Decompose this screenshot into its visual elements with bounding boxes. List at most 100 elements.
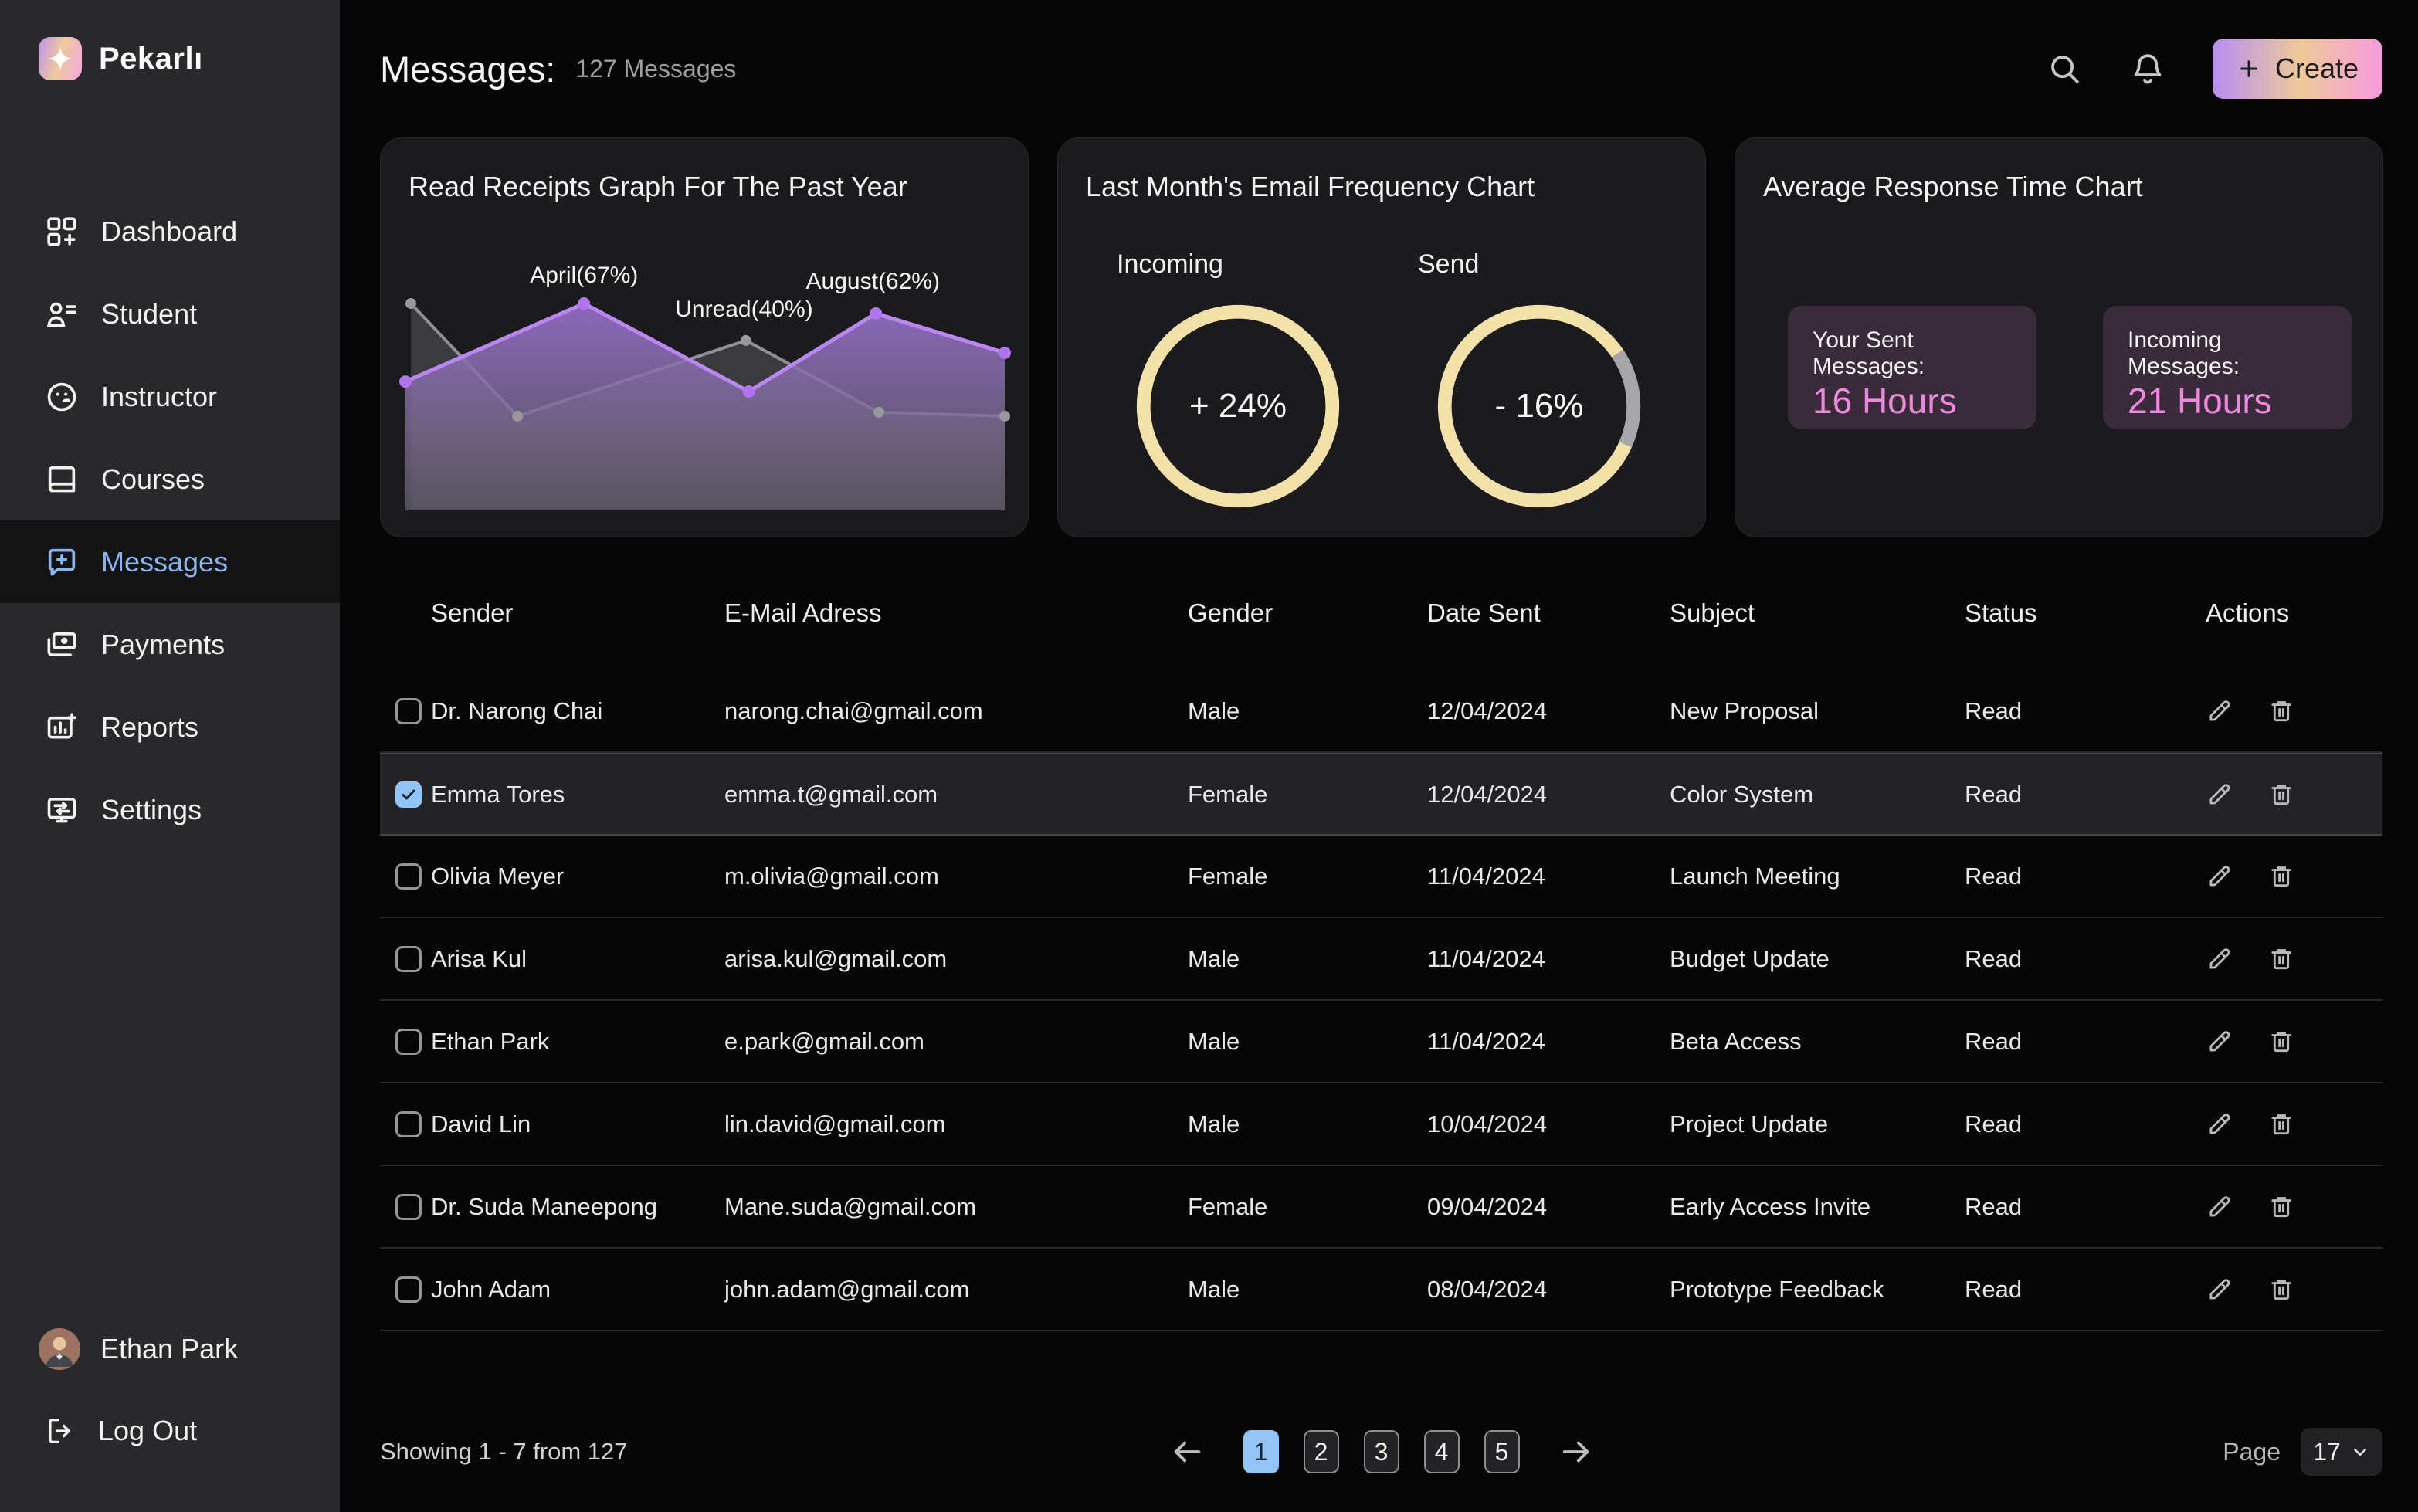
sidebar-nav-item[interactable]: Reports [0, 686, 340, 768]
delete-trash-icon[interactable] [2267, 863, 2295, 890]
delete-trash-icon[interactable] [2267, 781, 2295, 809]
page-title: Messages: [380, 48, 555, 90]
table-row[interactable]: Ethan Park e.park@gmail.com Male 11/04/2… [380, 1001, 2382, 1083]
table-row[interactable]: Arisa Kul arisa.kul@gmail.com Male 11/04… [380, 918, 2382, 1001]
sidebar-user[interactable]: Ethan Park [39, 1328, 238, 1370]
status-cell: Read [1965, 945, 2206, 973]
status-cell: Read [1965, 1276, 2206, 1304]
sidebar-item-label: Reports [101, 711, 198, 744]
gender-cell: Male [1188, 945, 1427, 973]
delete-trash-icon[interactable] [2267, 945, 2295, 973]
row-checkbox-cell [380, 698, 431, 724]
gauge: Incoming + 24% [1117, 249, 1359, 514]
app-root: Pekarlı Dashboard Student Instructor [0, 0, 2418, 1512]
date-cell: 10/04/2024 [1427, 1110, 1670, 1138]
table-row[interactable]: Emma Tores emma.t@gmail.com Female 12/04… [380, 753, 2382, 836]
table-header-cell: Status [1965, 598, 2206, 628]
delete-trash-icon[interactable] [2267, 1193, 2295, 1221]
gauge-value: + 24% [1130, 298, 1346, 514]
row-checkbox[interactable] [395, 698, 422, 724]
sidebar-item-icon [44, 297, 80, 332]
table-row[interactable]: David Lin lin.david@gmail.com Male 10/04… [380, 1083, 2382, 1166]
sender-cell: Arisa Kul [431, 945, 724, 973]
row-checkbox[interactable] [395, 863, 422, 890]
edit-pencil-icon[interactable] [2206, 697, 2233, 725]
edit-pencil-icon[interactable] [2206, 1028, 2233, 1056]
sidebar-item-label: Dashboard [101, 215, 237, 248]
row-checkbox[interactable] [395, 781, 422, 808]
gauge-ring: + 24% [1130, 298, 1346, 514]
table-body: Dr. Narong Chai narong.chai@gmail.com Ma… [380, 670, 2382, 1331]
logout-button[interactable]: Log Out [44, 1412, 197, 1450]
sidebar-nav-item[interactable]: Payments [0, 603, 340, 686]
sender-cell: Emma Tores [431, 781, 724, 809]
table-row[interactable]: John Adam john.adam@gmail.com Male 08/04… [380, 1249, 2382, 1331]
sidebar-nav-item[interactable]: Messages [0, 520, 340, 603]
table-row[interactable]: Olivia Meyer m.olivia@gmail.com Female 1… [380, 836, 2382, 918]
page-number-button[interactable]: 4 [1424, 1430, 1460, 1473]
delete-trash-icon[interactable] [2267, 697, 2295, 725]
sidebar-nav-item[interactable]: Instructor [0, 355, 340, 438]
sidebar-nav-item[interactable]: Student [0, 273, 340, 355]
row-checkbox[interactable] [395, 1194, 422, 1220]
table-row[interactable]: Dr. Suda Maneepong Mane.suda@gmail.com F… [380, 1166, 2382, 1249]
edit-pencil-icon[interactable] [2206, 1276, 2233, 1304]
showing-summary: Showing 1 - 7 from 127 [380, 1438, 628, 1466]
read-receipts-card: Read Receipts Graph For The Past Year Ap… [380, 137, 1029, 537]
gender-cell: Female [1188, 863, 1427, 890]
table-row[interactable]: Dr. Narong Chai narong.chai@gmail.com Ma… [380, 670, 2382, 753]
delete-trash-icon[interactable] [2267, 1276, 2295, 1304]
row-checkbox[interactable] [395, 946, 422, 972]
row-checkbox[interactable] [395, 1111, 422, 1137]
chevron-down-icon [2350, 1442, 2370, 1462]
edit-pencil-icon[interactable] [2206, 781, 2233, 809]
bell-icon[interactable] [2129, 50, 2166, 87]
email-cell: e.park@gmail.com [724, 1028, 1188, 1056]
create-button[interactable]: Create [2213, 39, 2382, 99]
sidebar-nav-item[interactable]: Settings [0, 768, 340, 851]
gender-cell: Female [1188, 781, 1427, 809]
delete-trash-icon[interactable] [2267, 1110, 2295, 1138]
status-cell: Read [1965, 1193, 2206, 1221]
stat-label: Your Sent Messages: [1813, 327, 2012, 380]
gender-cell: Male [1188, 1276, 1427, 1304]
page-number-button[interactable]: 2 [1304, 1430, 1339, 1473]
subject-cell: Launch Meeting [1670, 863, 1965, 890]
date-cell: 09/04/2024 [1427, 1193, 1670, 1221]
avatar [39, 1328, 80, 1370]
sender-cell: David Lin [431, 1110, 724, 1138]
search-icon[interactable] [2046, 50, 2083, 87]
actions-cell [2206, 1110, 2382, 1138]
edit-pencil-icon[interactable] [2206, 1193, 2233, 1221]
gauge-ring: - 16% [1431, 298, 1647, 514]
actions-cell [2206, 945, 2382, 973]
row-checkbox[interactable] [395, 1029, 422, 1055]
email-cell: lin.david@gmail.com [724, 1110, 1188, 1138]
table-header: Sender E-Mail Adress Gender Date Sent Su… [380, 592, 2382, 635]
brand-logo-sparkle-icon [39, 37, 82, 80]
brand-name: Pekarlı [99, 42, 203, 76]
chart-annotation: April(67%) [530, 263, 638, 289]
topbar-actions: Create [2046, 39, 2382, 99]
sender-cell: Dr. Suda Maneepong [431, 1193, 724, 1221]
logout-icon [44, 1415, 76, 1447]
user-name: Ethan Park [100, 1333, 238, 1365]
date-cell: 08/04/2024 [1427, 1276, 1670, 1304]
page-number-button[interactable]: 5 [1484, 1430, 1520, 1473]
sidebar-nav-item[interactable]: Courses [0, 438, 340, 520]
delete-trash-icon[interactable] [2267, 1028, 2295, 1056]
sender-cell: Dr. Narong Chai [431, 697, 724, 725]
edit-pencil-icon[interactable] [2206, 863, 2233, 890]
edit-pencil-icon[interactable] [2206, 1110, 2233, 1138]
page-number-button[interactable]: 1 [1243, 1430, 1279, 1473]
card-title: Last Month's Email Frequency Chart [1086, 171, 1535, 203]
next-page-arrow-icon[interactable] [1558, 1434, 1594, 1470]
edit-pencil-icon[interactable] [2206, 945, 2233, 973]
prev-page-arrow-icon[interactable] [1169, 1434, 1205, 1470]
sidebar-nav-item[interactable]: Dashboard [0, 190, 340, 273]
page-dropdown[interactable]: 17 [2301, 1428, 2382, 1476]
page-number-button[interactable]: 3 [1364, 1430, 1399, 1473]
row-checkbox[interactable] [395, 1276, 422, 1303]
page-select-label: Page [2223, 1438, 2281, 1466]
actions-cell [2206, 863, 2382, 890]
